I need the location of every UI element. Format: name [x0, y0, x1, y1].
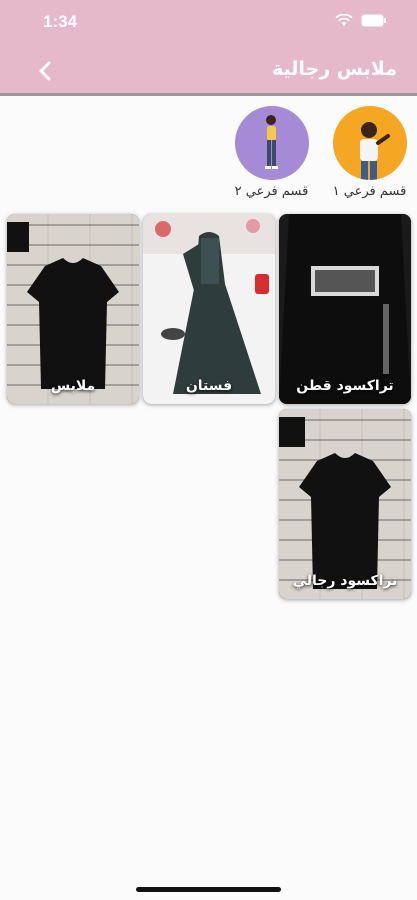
product-card-tracksuit-cotton[interactable]: تراكسود قطن — [279, 214, 411, 404]
product-card-clothes[interactable]: ملابس — [7, 214, 139, 404]
product-label: تراكسود قطن — [296, 378, 394, 394]
subcategory-avatar — [234, 106, 309, 180]
battery-icon — [361, 14, 386, 27]
person-image — [359, 122, 390, 180]
wifi-icon — [335, 14, 353, 26]
subcategory-item-1[interactable]: قسم فرعي ١ — [322, 106, 417, 199]
subcategory-label: قسم فرعي ٢ — [234, 184, 309, 199]
back-button[interactable] — [30, 56, 60, 86]
product-image — [143, 214, 275, 404]
product-card-dress[interactable]: فستان — [143, 214, 275, 404]
chevron-left-icon — [39, 61, 51, 81]
subcategory-item-2[interactable]: قسم فرعي ٢ — [224, 106, 319, 199]
product-image — [279, 214, 411, 404]
product-card-tracksuit-men[interactable]: تراكسود رجالي — [279, 409, 411, 599]
home-indicator — [136, 887, 281, 892]
subcategory-list: قسم فرعي ١ قسم فرعي ٢ — [0, 106, 417, 206]
person-image — [264, 115, 278, 169]
product-image — [7, 222, 119, 389]
product-image — [279, 417, 391, 589]
status-icons — [335, 14, 387, 27]
subcategory-avatar — [332, 106, 407, 180]
subcategory-label: قسم فرعي ١ — [332, 184, 407, 199]
app-bar: ملابس رجالية — [0, 46, 417, 96]
product-label: ملابس — [50, 378, 96, 394]
page-title: ملابس رجالية — [272, 58, 397, 80]
product-label: فستان — [185, 378, 233, 394]
product-label: تراكسود رجالي — [292, 573, 398, 589]
status-time: 1:34 — [43, 12, 78, 31]
status-bar: 1:34 — [0, 0, 417, 46]
